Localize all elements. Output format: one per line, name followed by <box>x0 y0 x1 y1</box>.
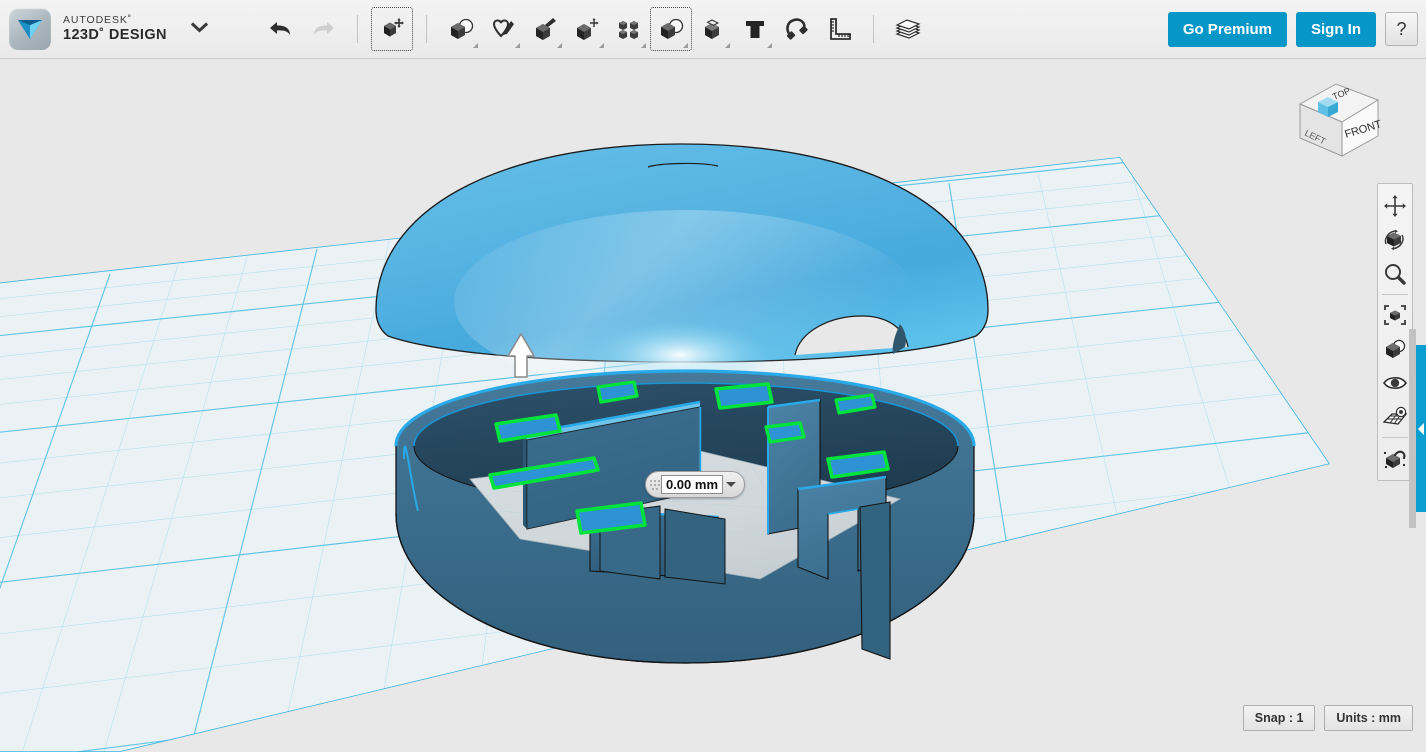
brand-area: AUTODESK˚ 123D˚ DESIGN <box>0 8 208 50</box>
snap-setting[interactable]: Snap : 1 <box>1243 705 1316 731</box>
brand-line-autodesk: AUTODESK˚ <box>63 15 167 27</box>
drag-grip-icon[interactable] <box>649 476 661 493</box>
redo-button[interactable] <box>302 7 344 51</box>
text-tool[interactable] <box>734 7 776 51</box>
tool-menu-corner <box>767 43 772 48</box>
sign-in-button[interactable]: Sign In <box>1296 12 1376 47</box>
measure-tool[interactable] <box>818 7 860 51</box>
view-cube[interactable]: TOP LEFT FRONT <box>1292 76 1384 164</box>
tool-menu-corner <box>473 43 478 48</box>
nav-divider <box>1382 294 1408 295</box>
sketch-tool[interactable] <box>482 7 524 51</box>
nav-divider <box>1382 437 1408 438</box>
grid-tool[interactable] <box>1379 400 1411 434</box>
brand-text: AUTODESK˚ 123D˚ DESIGN <box>63 15 167 43</box>
viewport-3d[interactable]: TOP LEFT FRONT <box>0 59 1426 752</box>
combine-tool[interactable] <box>692 7 734 51</box>
dimension-input-widget[interactable] <box>645 471 745 498</box>
toolbar-separator <box>357 15 358 43</box>
fit-tool[interactable] <box>1379 298 1411 332</box>
tool-menu-corner <box>557 43 562 48</box>
navigation-toolbar <box>1377 183 1413 481</box>
undo-button[interactable] <box>260 7 302 51</box>
tool-menu-corner <box>641 43 646 48</box>
transform-tool[interactable] <box>371 7 413 51</box>
pan-tool[interactable] <box>1379 189 1411 223</box>
pattern-tool[interactable] <box>608 7 650 51</box>
tool-menu-corner <box>725 43 730 48</box>
chevron-left-icon <box>1418 423 1425 435</box>
display-tool[interactable] <box>1379 332 1411 366</box>
orbit-tool[interactable] <box>1379 223 1411 257</box>
tool-menu-corner <box>683 43 688 48</box>
status-bar: Snap : 1 Units : mm <box>1234 705 1413 731</box>
autodesk-123d-logo-icon[interactable] <box>9 8 51 50</box>
account-actions: Go Premium Sign In ? <box>1159 12 1426 47</box>
help-button[interactable]: ? <box>1385 12 1418 46</box>
construct-tool[interactable] <box>524 7 566 51</box>
toolbar-separator <box>426 15 427 43</box>
dimension-value-input[interactable] <box>661 475 723 494</box>
units-setting[interactable]: Units : mm <box>1324 705 1413 731</box>
snap-tool[interactable] <box>776 7 818 51</box>
material-tool[interactable] <box>887 7 929 51</box>
right-panel-toggle[interactable] <box>1416 345 1426 512</box>
visibility-tool[interactable] <box>1379 366 1411 400</box>
top-toolbar: AUTODESK˚ 123D˚ DESIGN <box>0 0 1426 59</box>
zoom-tool[interactable] <box>1379 257 1411 291</box>
brand-line-product: 123D˚ DESIGN <box>63 27 167 43</box>
go-premium-button[interactable]: Go Premium <box>1168 12 1287 47</box>
primitives-tool[interactable] <box>440 7 482 51</box>
right-panel-edge <box>1409 329 1416 528</box>
toolbar-separator <box>873 15 874 43</box>
chevron-down-icon[interactable] <box>723 475 739 495</box>
tool-menu-corner <box>515 43 520 48</box>
group-tool[interactable] <box>650 7 692 51</box>
snap-nav-tool[interactable] <box>1379 441 1411 475</box>
chevron-down-icon[interactable] <box>191 20 208 38</box>
tool-group <box>260 7 929 51</box>
app-root: AUTODESK˚ 123D˚ DESIGN <box>0 0 1426 752</box>
modify-tool[interactable] <box>566 7 608 51</box>
tool-menu-corner <box>599 43 604 48</box>
model-canvas <box>0 59 1426 752</box>
